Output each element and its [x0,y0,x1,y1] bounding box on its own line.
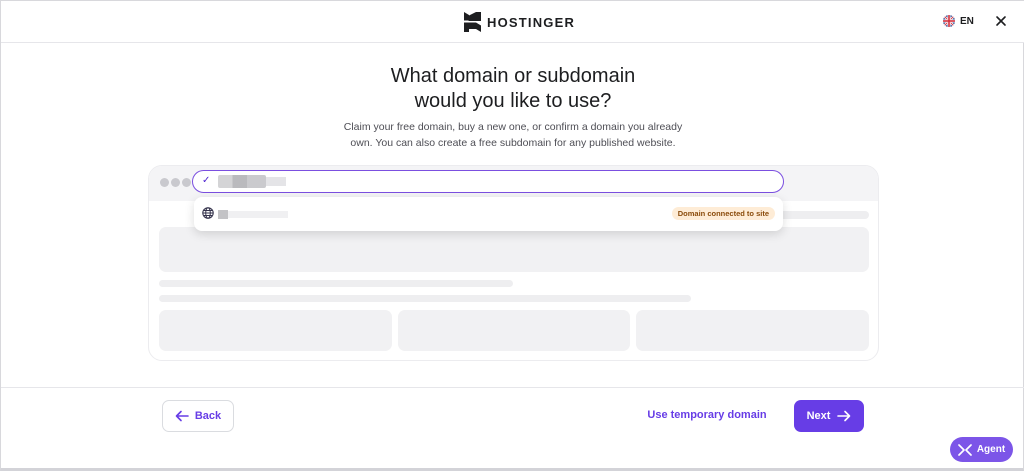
status-badge: Domain connected to site [671,207,775,220]
placeholder-line [159,295,691,302]
arrow-left-icon [175,410,189,422]
placeholder-card [159,310,392,351]
next-label: Next [806,410,831,422]
redacted-domain-fade [228,211,288,218]
placeholder-card [636,310,869,351]
page-subtitle-line-2: own. You can also create a free subdomai… [350,137,676,149]
close-icon[interactable] [993,13,1009,29]
page-title: What domain or subdomain would you like … [313,64,713,114]
agent-icon [957,443,972,456]
domain-suggestion[interactable]: Domain connected to site [194,197,783,231]
language-label: EN [960,15,974,27]
back-label: Back [194,410,222,422]
redacted-domain-fade [266,177,286,186]
arrow-right-icon [837,410,851,422]
hostinger-logo: HOSTINGER [464,12,575,32]
placeholder-line [159,280,513,287]
placeholder-hero [159,227,869,272]
app-frame: HOSTINGER EN What domain or subdomain wo… [0,0,1024,471]
top-bar: HOSTINGER EN [1,1,1024,43]
agent-button[interactable]: Agent [950,437,1013,462]
next-button[interactable]: Next [794,400,864,432]
domain-input[interactable]: ✓ [192,170,784,193]
window-dot [171,178,180,187]
language-selector[interactable]: EN [943,15,974,27]
page-title-line-2: would you like to use? [414,90,612,112]
page-subtitle: Claim your free domain, buy a new one, o… [313,119,713,151]
brand-name: HOSTINGER [487,14,576,30]
browser-preview [148,165,879,361]
hostinger-logo-icon [464,12,481,32]
check-icon: ✓ [202,175,211,186]
page-title-line-1: What domain or subdomain [390,65,636,87]
window-dot [182,178,191,187]
window-dot [160,178,169,187]
footer-divider [1,387,1024,388]
placeholder-card [398,310,630,351]
use-temporary-domain-link[interactable]: Use temporary domain [641,407,773,423]
globe-icon [202,207,214,219]
redacted-domain [218,175,266,188]
uk-flag-icon [943,15,955,27]
redacted-domain [218,210,228,219]
page-subtitle-line-1: Claim your free domain, buy a new one, o… [343,121,683,133]
agent-label: Agent [976,444,1006,455]
back-button[interactable]: Back [162,400,234,432]
